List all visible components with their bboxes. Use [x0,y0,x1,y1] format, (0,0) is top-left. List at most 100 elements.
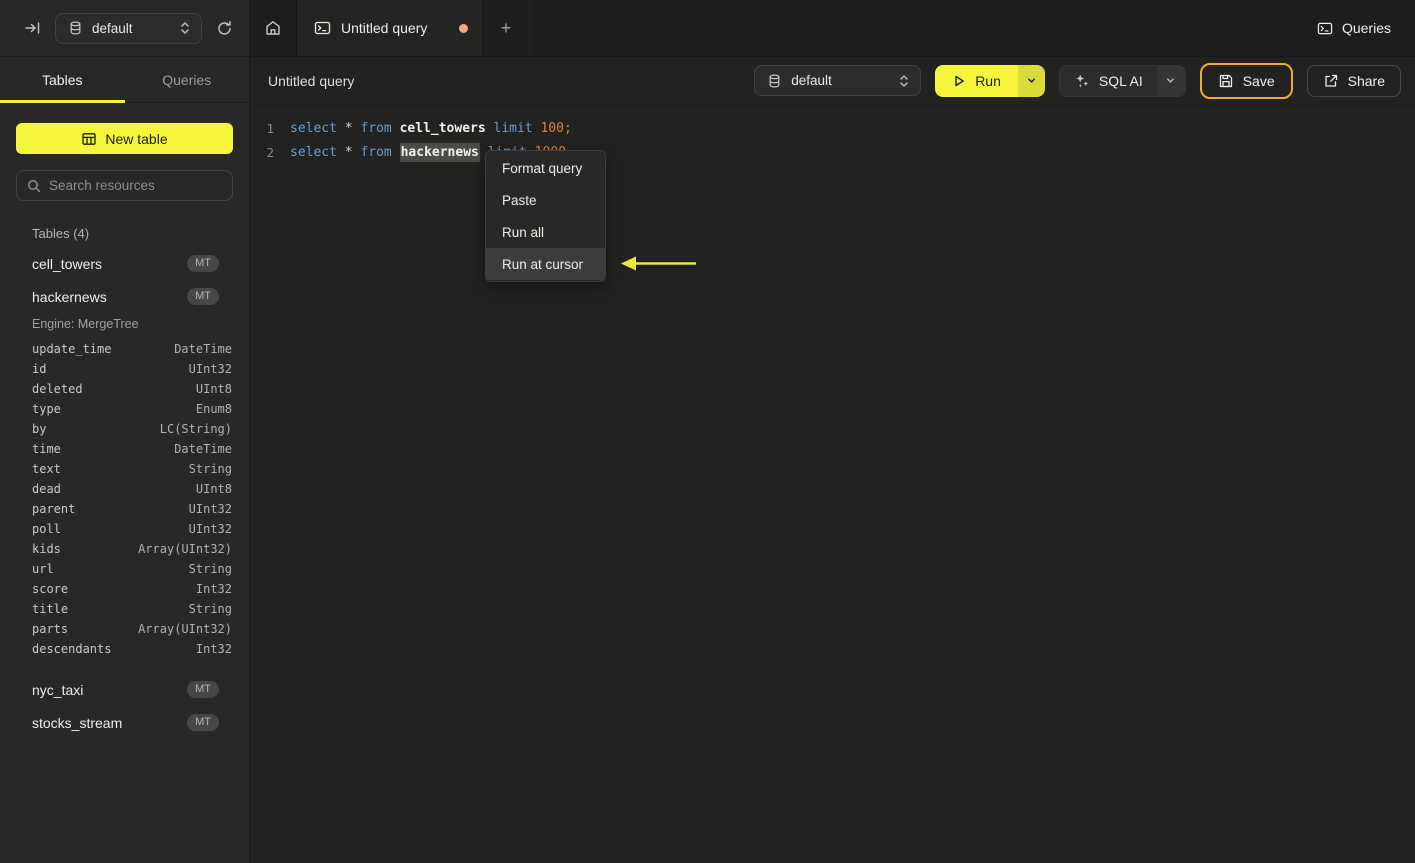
column-type: Int32 [195,642,232,656]
database-icon [68,20,83,36]
column-row: url String [0,559,249,579]
table-name: stocks_stream [32,714,123,731]
column-name: by [32,422,47,436]
column-type: UInt32 [188,362,232,376]
column-row: title String [0,599,249,619]
code-token: select [290,120,337,136]
column-row: by LC(String) [0,419,249,439]
code-text: select * from cell_towers limit 100; [290,121,572,136]
sparkles-icon [1074,73,1090,89]
column-type: DateTime [174,442,232,456]
menu-item-run-all[interactable]: Run all [486,216,605,248]
sql-ai-options-button[interactable] [1156,65,1185,96]
engine-badge: MT [187,255,219,272]
engine-badge: MT [187,714,219,731]
table-row[interactable]: cell_towers MT [0,247,249,280]
engine-badge: MT [187,681,219,698]
query-title: Untitled query [268,72,355,89]
database-selector[interactable]: default [55,12,202,44]
column-row: poll UInt32 [0,519,249,539]
column-type: String [188,562,232,576]
code-token: hackernews [399,142,480,162]
save-button[interactable]: Save [1199,62,1293,99]
menu-item-run-at-cursor[interactable]: Run at cursor [486,248,605,280]
table-name: hackernews [32,288,107,305]
run-options-button[interactable] [1017,64,1045,97]
column-type: Array(UInt32) [138,622,232,636]
menu-item-paste[interactable]: Paste [486,184,605,216]
plus-icon: + [500,17,512,38]
collapse-sidebar-button[interactable] [20,16,45,40]
toolbar-database-selector[interactable]: default [754,65,922,96]
column-type: UInt8 [195,482,232,496]
table-row[interactable]: hackernews MT [0,280,249,313]
tab-untitled-query[interactable]: Untitled query [296,0,483,56]
chevron-down-icon [1026,75,1037,86]
code-token: from [360,144,392,160]
column-name: kids [32,542,61,556]
save-button-label: Save [1242,72,1275,89]
column-name: time [32,442,61,456]
sql-ai-split-button: SQL AI [1058,64,1186,97]
column-row: id UInt32 [0,359,249,379]
refresh-button[interactable] [212,16,237,41]
table-row[interactable]: nyc_taxi MT [0,673,249,706]
external-link-icon [1323,73,1339,89]
toolbar-actions: default Run SQL AI Save Share [754,62,1401,99]
toolbar-database-value: default [791,73,832,88]
columns-list: update_time DateTime id UInt32 deleted UInt8 t… [0,339,249,673]
queries-button-label: Queries [1341,20,1391,36]
column-row: text String [0,459,249,479]
new-tab-button[interactable]: + [483,0,530,56]
sidebar-tabs: Tables Queries [0,57,249,103]
column-row: parts Array(UInt32) [0,619,249,639]
code-token: from [360,120,392,136]
column-row: update_time DateTime [0,339,249,359]
sql-ai-label: SQL AI [1098,72,1143,89]
column-name: deleted [32,382,83,396]
code-token: * [344,120,353,136]
share-button-label: Share [1347,72,1385,89]
code-token: 100 [540,120,564,136]
share-button[interactable]: Share [1306,64,1401,97]
table-grid-icon [81,131,97,147]
sql-console-app: default Untitled query + Queries Tables … [0,0,1415,863]
run-button-label: Run [975,72,1001,89]
table-name: cell_towers [32,255,103,272]
search-input[interactable] [49,178,222,193]
column-type: UInt8 [195,382,232,396]
code-line: 2select * from hackernews limit 1000 [250,140,1415,164]
sql-ai-button[interactable]: SQL AI [1059,65,1157,96]
menu-item-format-query[interactable]: Format query [486,152,605,184]
column-name: score [32,582,69,596]
column-type: Array(UInt32) [138,542,232,556]
column-type: String [188,462,232,476]
column-row: dead UInt8 [0,479,249,499]
sidebar-tab-tables[interactable]: Tables [0,57,125,103]
search-icon [27,179,41,193]
column-type: Int32 [195,582,232,596]
tab-strip: Untitled query + Queries [250,0,1415,57]
column-name: dead [32,482,61,496]
sql-editor[interactable]: 1 select * from cell_towers limit 100; 2 se… [250,105,1415,863]
queries-button[interactable]: Queries [1305,0,1415,56]
panel-collapse-icon [24,20,41,36]
code-token: ; [563,120,572,136]
column-name: text [32,462,61,476]
column-type: String [188,602,232,616]
sidebar: Tables Queries New table Tables (4) cell… [0,57,250,863]
table-row[interactable]: stocks_stream MT [0,706,249,739]
home-button[interactable] [250,0,296,56]
line-number: 1 [266,120,274,136]
terminal-icon [314,20,331,36]
floppy-icon [1218,73,1234,89]
column-name: descendants [32,642,112,656]
new-table-button[interactable]: New table [16,123,233,154]
run-button[interactable]: Run [935,64,1018,97]
column-type: UInt32 [188,502,232,516]
sidebar-tab-queries[interactable]: Queries [125,57,250,102]
updown-chevron-icon [179,21,191,35]
code-token: cell_towers [399,120,486,136]
